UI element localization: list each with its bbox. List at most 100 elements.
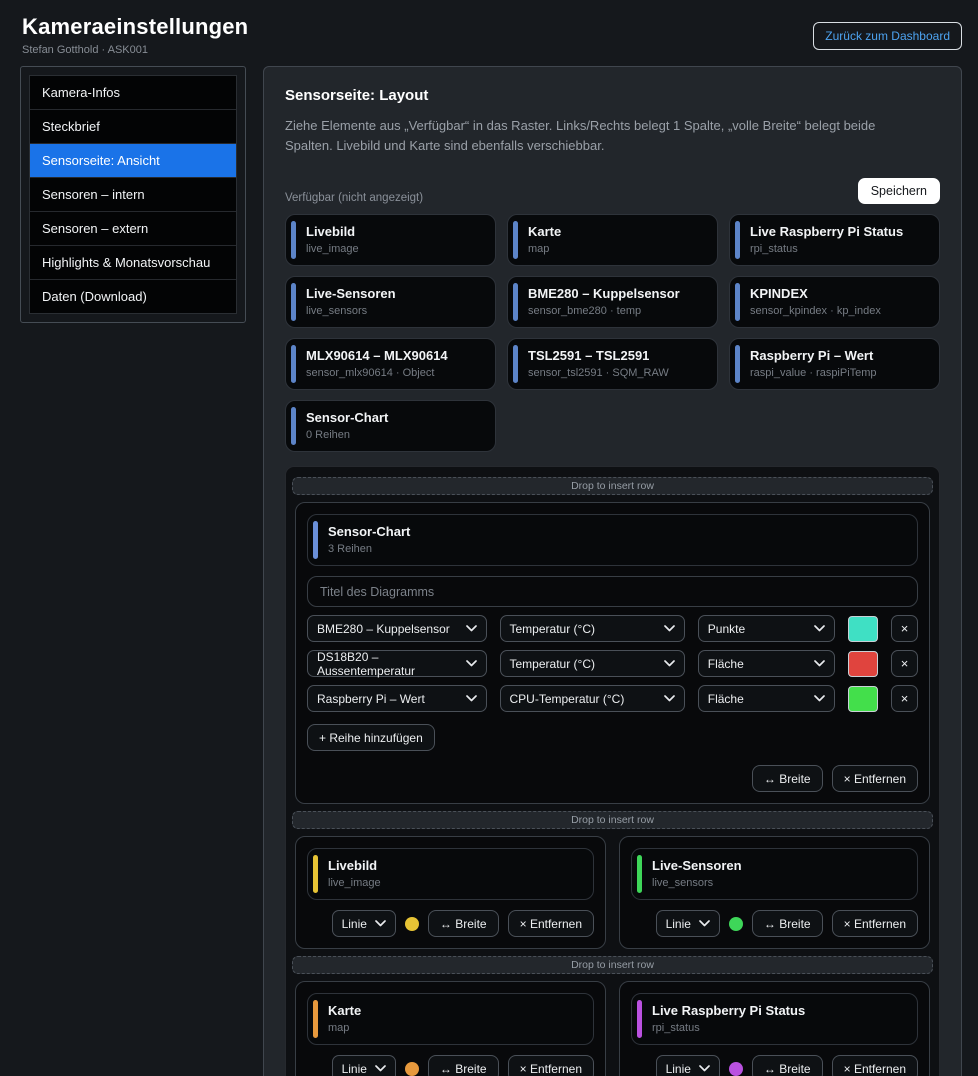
chevron-down-icon xyxy=(375,920,386,927)
grid-cell: Livebildlive_image Linie ↔ Breite × Entfern… xyxy=(295,836,606,949)
drop-to-insert-row-zone[interactable]: Drop to insert row xyxy=(292,477,933,495)
chevron-down-icon xyxy=(664,695,675,702)
sidebar-item[interactable]: Sensorseite: Ansicht xyxy=(30,144,236,178)
widget-color-dot[interactable] xyxy=(405,917,419,931)
chevron-down-icon xyxy=(699,920,710,927)
widget-style-select[interactable]: Linie xyxy=(656,910,720,937)
widget-accent-bar xyxy=(291,407,296,445)
widget-card-subtitle: rpi_status xyxy=(652,1022,905,1034)
available-card[interactable]: MLX90614 – MLX90614sensor_mlx90614 · Obj… xyxy=(285,338,496,390)
sidebar: Kamera-InfosSteckbriefSensorseite: Ansic… xyxy=(20,66,246,323)
series-color-swatch[interactable] xyxy=(848,651,878,677)
available-card[interactable]: Livebildlive_image xyxy=(285,214,496,266)
add-series-button[interactable]: + Reihe hinzufügen xyxy=(307,724,435,751)
widget-style-select[interactable]: Linie xyxy=(332,1055,396,1076)
available-card[interactable]: Live-Sensorenlive_sensors xyxy=(285,276,496,328)
remove-widget-button[interactable]: × Entfernen xyxy=(832,1055,918,1076)
available-card[interactable]: BME280 – Kuppelsensorsensor_bme280 · tem… xyxy=(507,276,718,328)
grid-row: Sensor-Chart3 Reihen BME280 – Kuppelsenso… xyxy=(291,500,934,806)
widget-accent-bar xyxy=(735,221,740,259)
available-card[interactable]: TSL2591 – TSL2591sensor_tsl2591 · SQM_RA… xyxy=(507,338,718,390)
remove-widget-button[interactable]: × Entfernen xyxy=(508,910,594,937)
width-toggle-button[interactable]: ↔ Breite xyxy=(428,910,499,937)
width-toggle-button[interactable]: ↔ Breite xyxy=(752,910,823,937)
widget-card-subtitle: live_sensors xyxy=(652,877,905,889)
drop-to-insert-row-zone[interactable]: Drop to insert row xyxy=(292,956,933,974)
remove-series-button[interactable]: × xyxy=(891,685,918,712)
layout-grid-section: Drop to insert row Sensor-Chart3 Reihen BM… xyxy=(285,466,940,1076)
chart-title-input[interactable] xyxy=(307,576,918,607)
save-button[interactable]: Speichern xyxy=(858,178,940,204)
series-color-swatch[interactable] xyxy=(848,686,878,712)
series-style-select[interactable]: Fläche xyxy=(698,650,835,677)
available-card[interactable]: Kartemap xyxy=(507,214,718,266)
widget-style-select-value: Linie xyxy=(666,917,691,931)
page-title: Kameraeinstellungen xyxy=(22,14,248,40)
grid-row: Livebildlive_image Linie ↔ Breite × Entfern… xyxy=(291,834,934,951)
remove-widget-button[interactable]: × Entfernen xyxy=(832,765,918,792)
main-panel: Sensorseite: Layout Ziehe Elemente aus „… xyxy=(263,66,962,1076)
widget-accent-bar xyxy=(735,345,740,383)
widget-style-select-value: Linie xyxy=(666,1062,691,1076)
available-items-grid: Livebildlive_imageKartemapLive Raspberry… xyxy=(285,214,940,452)
series-color-swatch[interactable] xyxy=(848,616,878,642)
series-style-select[interactable]: Fläche xyxy=(698,685,835,712)
width-toggle-button[interactable]: ↔ Breite xyxy=(428,1055,499,1076)
series-metric-select[interactable]: CPU-Temperatur (°C) xyxy=(500,685,685,712)
available-card[interactable]: Raspberry Pi – Wertraspi_value · raspiPi… xyxy=(729,338,940,390)
width-toggle-button[interactable]: ↔ Breite xyxy=(752,1055,823,1076)
available-card[interactable]: KPINDEXsensor_kpindex · kp_index xyxy=(729,276,940,328)
grid-cell: Live Raspberry Pi Statusrpi_status Linie ↔… xyxy=(619,981,930,1076)
series-sensor-select[interactable]: BME280 – Kuppelsensor xyxy=(307,615,487,642)
chevron-down-icon xyxy=(664,625,675,632)
series-sensor-select[interactable]: Raspberry Pi – Wert xyxy=(307,685,487,712)
widget-accent-bar xyxy=(513,283,518,321)
series-style-select-value: Fläche xyxy=(708,657,744,671)
available-card[interactable]: Sensor-Chart0 Reihen xyxy=(285,400,496,452)
available-card-title: TSL2591 – TSL2591 xyxy=(528,348,705,363)
sidebar-item[interactable]: Steckbrief xyxy=(30,110,236,144)
chart-series-row: Raspberry Pi – Wert CPU-Temperatur (°C) Fl… xyxy=(307,685,918,712)
widget-style-select[interactable]: Linie xyxy=(332,910,396,937)
page-header: Kameraeinstellungen Stefan Gotthold · AS… xyxy=(0,0,978,66)
chevron-down-icon xyxy=(375,1065,386,1072)
widget-style-select-value: Linie xyxy=(342,917,367,931)
widget-accent-bar xyxy=(291,221,296,259)
page-subtitle: Stefan Gotthold · ASK001 xyxy=(22,44,248,56)
available-card-title: Live Raspberry Pi Status xyxy=(750,224,927,239)
series-metric-select[interactable]: Temperatur (°C) xyxy=(500,650,685,677)
series-sensor-select[interactable]: DS18B20 – Aussentemperatur xyxy=(307,650,487,677)
widget-card[interactable]: Live Raspberry Pi Statusrpi_status xyxy=(631,993,918,1045)
widget-card[interactable]: Livebildlive_image xyxy=(307,848,594,900)
back-to-dashboard-button[interactable]: Zurück zum Dashboard xyxy=(813,22,962,50)
widget-color-dot[interactable] xyxy=(729,917,743,931)
widget-card-title: Live-Sensoren xyxy=(652,858,905,873)
sidebar-item[interactable]: Highlights & Monatsvorschau xyxy=(30,246,236,280)
sidebar-item[interactable]: Daten (Download) xyxy=(30,280,236,313)
remove-widget-button[interactable]: × Entfernen xyxy=(832,910,918,937)
widget-card[interactable]: Kartemap xyxy=(307,993,594,1045)
available-card[interactable]: Live Raspberry Pi Statusrpi_status xyxy=(729,214,940,266)
widget-color-dot[interactable] xyxy=(729,1062,743,1076)
available-label: Verfügbar (nicht angezeigt) xyxy=(285,192,423,204)
remove-series-button[interactable]: × xyxy=(891,615,918,642)
remove-series-button[interactable]: × xyxy=(891,650,918,677)
available-card-subtitle: sensor_bme280 · temp xyxy=(528,305,705,317)
series-metric-select[interactable]: Temperatur (°C) xyxy=(500,615,685,642)
widget-accent-bar xyxy=(313,1000,318,1038)
page-header-text: Kameraeinstellungen Stefan Gotthold · AS… xyxy=(22,14,248,56)
sidebar-item[interactable]: Sensoren – intern xyxy=(30,178,236,212)
remove-widget-button[interactable]: × Entfernen xyxy=(508,1055,594,1076)
chevron-down-icon xyxy=(699,1065,710,1072)
width-toggle-button[interactable]: ↔ Breite xyxy=(752,765,823,792)
sidebar-item[interactable]: Kamera-Infos xyxy=(30,76,236,110)
drop-to-insert-row-zone[interactable]: Drop to insert row xyxy=(292,811,933,829)
series-style-select[interactable]: Punkte xyxy=(698,615,835,642)
widget-color-dot[interactable] xyxy=(405,1062,419,1076)
widget-style-select[interactable]: Linie xyxy=(656,1055,720,1076)
widget-card[interactable]: Live-Sensoren live_sensors xyxy=(631,848,918,900)
chevron-down-icon xyxy=(664,660,675,667)
section-title: Sensorseite: Layout xyxy=(285,87,940,104)
sidebar-item[interactable]: Sensoren – extern xyxy=(30,212,236,246)
widget-card[interactable]: Sensor-Chart3 Reihen xyxy=(307,514,918,566)
